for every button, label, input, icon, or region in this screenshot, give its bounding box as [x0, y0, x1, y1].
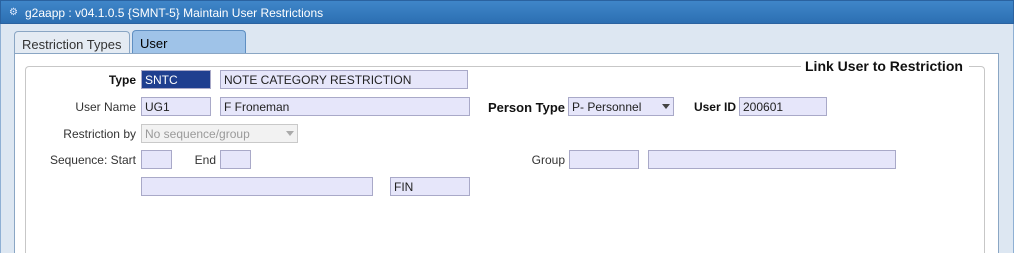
tab-user-restrictions[interactable]: User Restrictions [132, 30, 246, 66]
person-type-dropdown[interactable]: P- Personnel [568, 97, 674, 116]
person-type-label: Person Type [487, 100, 565, 115]
chevron-down-icon [662, 104, 670, 109]
type-label: Type [108, 73, 136, 87]
section-title: Link User to Restriction [801, 58, 969, 74]
restriction-by-value: No sequence/group [145, 127, 250, 141]
sequence-end-field[interactable] [220, 150, 251, 169]
user-id-field[interactable]: 200601 [739, 97, 827, 116]
tab-restriction-types[interactable]: Restriction Types [14, 31, 130, 54]
extra-field[interactable] [141, 177, 373, 196]
fin-field[interactable]: FIN [390, 177, 470, 196]
group-description-field[interactable] [648, 150, 896, 169]
window-title: g2aapp : v04.1.0.5 {SMNT-5} Maintain Use… [25, 6, 324, 20]
group-code-field[interactable] [569, 150, 639, 169]
person-type-value: P- Personnel [572, 100, 642, 114]
user-name-label: User Name [75, 100, 136, 114]
app-icon: ⚙ [9, 7, 18, 18]
type-code-field[interactable]: SNTC [141, 70, 211, 89]
sequence-start-label: Sequence: Start [49, 153, 136, 167]
user-code-field[interactable]: UG1 [141, 97, 211, 116]
window-titlebar: ⚙ g2aapp : v04.1.0.5 {SMNT-5} Maintain U… [0, 0, 1014, 24]
chevron-down-icon [286, 131, 294, 136]
type-description-field[interactable]: NOTE CATEGORY RESTRICTION [220, 70, 468, 89]
group-label: Group [531, 153, 565, 167]
end-label: End [194, 153, 216, 167]
restriction-by-dropdown[interactable]: No sequence/group [141, 124, 298, 143]
restriction-by-label: Restriction by [63, 127, 136, 141]
user-full-name-field[interactable]: F Froneman [220, 97, 470, 116]
user-id-label: User ID [693, 100, 736, 114]
sequence-start-field[interactable] [141, 150, 172, 169]
